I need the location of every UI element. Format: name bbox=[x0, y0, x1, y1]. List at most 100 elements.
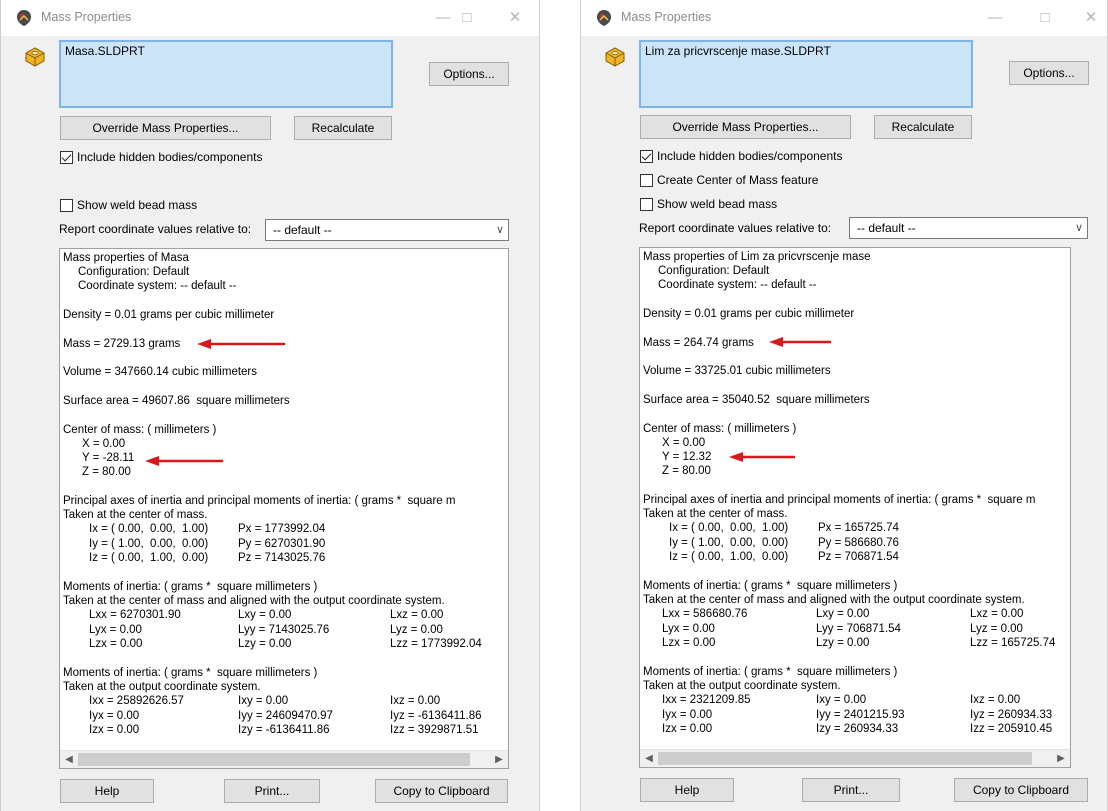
result-principal-heading: Principal axes of inertia and principal … bbox=[63, 495, 456, 507]
result-com-z: Z = 80.00 bbox=[662, 465, 711, 477]
result-com-x: X = 0.00 bbox=[82, 438, 126, 450]
coordinate-system-select[interactable]: -- default -- ∨ bbox=[849, 217, 1088, 239]
result-izz: Izz = 3929871.51 bbox=[390, 724, 479, 736]
result-principal-heading: Principal axes of inertia and principal … bbox=[643, 494, 1036, 506]
result-moi-com-heading: Moments of inertia: ( grams * square mil… bbox=[63, 581, 318, 593]
result-lxy: Lxy = 0.00 bbox=[238, 609, 292, 621]
result-ixx: Ixx = 2321209.85 bbox=[662, 694, 751, 706]
part-name-box[interactable]: Lim za pricvrscenje mase.SLDPRT bbox=[639, 40, 973, 108]
result-heading: Mass properties of Masa bbox=[63, 252, 189, 264]
result-izy: Izy = 260934.33 bbox=[816, 723, 899, 735]
print-button[interactable]: Print... bbox=[224, 779, 320, 803]
show-weld-checkbox[interactable] bbox=[640, 197, 653, 211]
result-iz: Iz = ( 0.00, 1.00, 0.00) bbox=[669, 551, 789, 563]
override-mass-properties-button[interactable]: Override Mass Properties... bbox=[640, 115, 851, 139]
include-hidden-label: Include hidden bodies/components bbox=[77, 150, 263, 164]
scrollbar-thumb[interactable] bbox=[658, 752, 1032, 765]
create-center-of-mass-option[interactable]: Create Center of Mass feature bbox=[640, 172, 818, 188]
scrollbar-thumb[interactable] bbox=[78, 753, 470, 766]
part-icon bbox=[25, 47, 45, 67]
create-com-checkbox[interactable] bbox=[640, 173, 653, 187]
arrow-left-icon[interactable]: ◀ bbox=[641, 751, 657, 767]
maximize-icon[interactable]: □ bbox=[453, 6, 481, 30]
result-mass: Mass = 2729.13 grams bbox=[63, 338, 181, 350]
horizontal-scrollbar[interactable]: ◀ ▶ bbox=[60, 750, 508, 768]
title-bar: Mass Properties — □ ✕ bbox=[1, 0, 539, 36]
result-heading: Mass properties of Lim za pricvrscenje m… bbox=[643, 251, 871, 263]
result-lxy: Lxy = 0.00 bbox=[816, 608, 870, 620]
include-hidden-checkbox[interactable] bbox=[60, 150, 73, 164]
result-volume: Volume = 347660.14 cubic millimeters bbox=[63, 366, 258, 378]
include-hidden-checkbox[interactable] bbox=[640, 149, 653, 163]
result-lzx: Lzx = 0.00 bbox=[662, 637, 716, 649]
result-iy: Iy = ( 1.00, 0.00, 0.00) bbox=[669, 537, 789, 549]
result-px: Px = 1773992.04 bbox=[238, 523, 326, 535]
close-icon[interactable]: ✕ bbox=[1077, 6, 1105, 30]
result-surface-area: Surface area = 35040.52 square millimete… bbox=[643, 394, 870, 406]
result-com-y: Y = -28.11 bbox=[82, 452, 135, 464]
result-lzx: Lzx = 0.00 bbox=[89, 638, 143, 650]
include-hidden-bodies-option[interactable]: Include hidden bodies/components bbox=[60, 149, 262, 165]
result-lyz: Lyz = 0.00 bbox=[970, 623, 1023, 635]
print-button[interactable]: Print... bbox=[802, 778, 900, 802]
recalculate-button[interactable]: Recalculate bbox=[874, 115, 972, 139]
result-lzz: Lzz = 165725.74 bbox=[970, 637, 1056, 649]
results-panel[interactable]: Mass properties of Masa Configuration: D… bbox=[59, 248, 509, 769]
result-lxz: Lxz = 0.00 bbox=[970, 608, 1024, 620]
result-ixy: Ixy = 0.00 bbox=[816, 694, 867, 706]
arrow-right-icon[interactable]: ▶ bbox=[491, 752, 507, 768]
chevron-down-icon: ∨ bbox=[1074, 222, 1083, 234]
recalculate-button[interactable]: Recalculate bbox=[294, 116, 392, 140]
report-coordinate-label: Report coordinate values relative to: bbox=[639, 221, 832, 235]
copy-to-clipboard-button[interactable]: Copy to Clipboard bbox=[954, 778, 1088, 802]
options-button[interactable]: Options... bbox=[429, 62, 509, 86]
result-principal-sub: Taken at the center of mass. bbox=[63, 509, 208, 521]
result-lzy: Lzy = 0.00 bbox=[238, 638, 292, 650]
result-moi-com-sub: Taken at the center of mass and aligned … bbox=[643, 594, 1025, 606]
show-weld-bead-option[interactable]: Show weld bead mass bbox=[640, 196, 777, 212]
help-button[interactable]: Help bbox=[60, 779, 154, 803]
result-ixz: Ixz = 0.00 bbox=[970, 694, 1021, 706]
report-coordinate-label: Report coordinate values relative to: bbox=[59, 222, 252, 236]
results-text: Mass properties of Lim za pricvrscenje m… bbox=[640, 248, 1070, 749]
chevron-down-icon: ∨ bbox=[495, 224, 504, 236]
horizontal-scrollbar[interactable]: ◀ ▶ bbox=[640, 749, 1070, 767]
result-izx: Izx = 0.00 bbox=[662, 723, 713, 735]
arrow-left-icon[interactable]: ◀ bbox=[61, 752, 77, 768]
result-principal-sub: Taken at the center of mass. bbox=[643, 508, 788, 520]
result-pz: Pz = 706871.54 bbox=[818, 551, 899, 563]
show-weld-bead-option[interactable]: Show weld bead mass bbox=[60, 197, 197, 213]
coordinate-system-select[interactable]: -- default -- ∨ bbox=[265, 219, 509, 241]
arrow-right-icon[interactable]: ▶ bbox=[1053, 751, 1069, 767]
result-iyy: Iyy = 2401215.93 bbox=[816, 709, 905, 721]
options-button[interactable]: Options... bbox=[1009, 61, 1089, 85]
result-moi-out-sub: Taken at the output coordinate system. bbox=[63, 681, 261, 693]
show-weld-label: Show weld bead mass bbox=[77, 198, 198, 212]
override-mass-properties-button[interactable]: Override Mass Properties... bbox=[60, 116, 271, 140]
red-arrow-icon bbox=[769, 337, 831, 347]
show-weld-label: Show weld bead mass bbox=[657, 197, 778, 211]
result-izx: Izx = 0.00 bbox=[89, 724, 140, 736]
result-iyx: Iyx = 0.00 bbox=[89, 710, 140, 722]
app-logo-icon bbox=[17, 10, 31, 26]
red-arrow-icon bbox=[197, 339, 285, 349]
results-panel[interactable]: Mass properties of Lim za pricvrscenje m… bbox=[639, 247, 1071, 768]
result-iyz: Iyz = -6136411.86 bbox=[390, 710, 482, 722]
help-button[interactable]: Help bbox=[640, 778, 734, 802]
red-arrow-icon bbox=[145, 456, 223, 466]
show-weld-checkbox[interactable] bbox=[60, 198, 73, 212]
part-name-box[interactable]: Masa.SLDPRT bbox=[59, 40, 393, 108]
result-density: Density = 0.01 grams per cubic millimete… bbox=[643, 308, 855, 320]
part-icon bbox=[605, 47, 625, 67]
include-hidden-bodies-option[interactable]: Include hidden bodies/components bbox=[640, 148, 842, 164]
result-iy: Iy = ( 1.00, 0.00, 0.00) bbox=[89, 538, 209, 550]
minimize-icon[interactable]: — bbox=[981, 6, 1009, 30]
maximize-icon[interactable]: □ bbox=[1031, 6, 1059, 30]
copy-to-clipboard-button[interactable]: Copy to Clipboard bbox=[375, 779, 508, 803]
result-lyz: Lyz = 0.00 bbox=[390, 624, 443, 636]
close-icon[interactable]: ✕ bbox=[501, 6, 529, 30]
mass-properties-dialog-1: Mass Properties — □ ✕ Masa.SLDPRT Option… bbox=[0, 0, 540, 811]
include-hidden-label: Include hidden bodies/components bbox=[657, 149, 843, 163]
window-title: Mass Properties bbox=[621, 10, 712, 24]
result-lxx: Lxx = 6270301.90 bbox=[89, 609, 181, 621]
